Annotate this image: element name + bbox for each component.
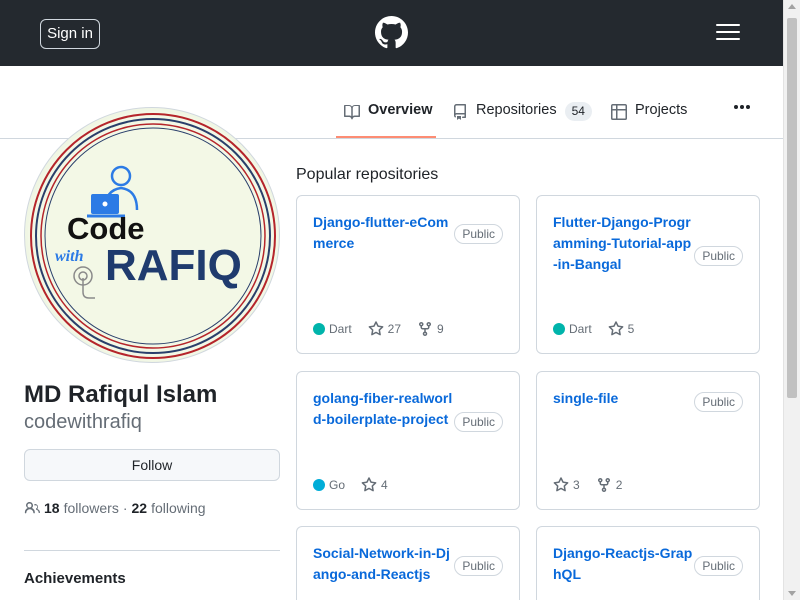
tab-projects-label: Projects xyxy=(635,102,688,118)
people-icon xyxy=(24,502,40,514)
visibility-badge: Public xyxy=(694,392,743,412)
achievements-heading: Achievements xyxy=(24,570,126,587)
repo-forks[interactable]: 9 xyxy=(417,321,444,337)
forks-count: 9 xyxy=(437,322,444,336)
scrollbar-thumb[interactable] xyxy=(787,18,797,398)
popular-repositories-heading: Popular repositories xyxy=(296,166,439,183)
visibility-badge: Public xyxy=(694,246,743,266)
visibility-badge: Public xyxy=(454,224,503,244)
site-header: Sign in xyxy=(0,0,783,66)
repositories-count-badge: 54 xyxy=(564,102,592,121)
sidebar-divider xyxy=(24,550,280,551)
star-icon xyxy=(553,477,569,492)
language-name: Go xyxy=(329,478,346,492)
language-name: Dart xyxy=(329,322,352,336)
followers-summary: 18 followers · 22 following xyxy=(24,500,206,516)
stars-count: 5 xyxy=(627,322,635,336)
repo-meta: Dart 5 xyxy=(553,321,650,337)
tab-projects[interactable]: Projects xyxy=(611,102,687,138)
language-color-dot xyxy=(313,323,325,335)
repo-language: Dart xyxy=(313,322,352,336)
repo-stars[interactable]: 27 xyxy=(368,321,401,337)
repo-name-link[interactable]: Django-flutter-eCommerce xyxy=(313,212,453,254)
tab-overview-label: Overview xyxy=(368,102,433,118)
visibility-badge: Public xyxy=(454,412,503,432)
avatar[interactable]: Code with RAFIQ xyxy=(24,107,280,363)
repo-meta: Go 4 xyxy=(313,477,404,493)
visibility-badge: Public xyxy=(454,556,503,576)
repo-stars[interactable]: 4 xyxy=(361,477,388,493)
repo-stars[interactable]: 3 xyxy=(553,477,580,493)
scroll-up-arrow-icon[interactable] xyxy=(788,4,796,9)
code-with-rafiq-logo: Code with RAFIQ xyxy=(28,111,278,361)
stars-count: 3 xyxy=(573,478,580,492)
fork-icon xyxy=(419,321,432,337)
repo-meta: 3 2 xyxy=(553,477,638,493)
repo-card: golang-fiber-realworld-boilerplate-proje… xyxy=(296,371,520,510)
repo-card: Flutter-Django-Programming-Tutorial-app-… xyxy=(536,195,760,354)
following-count: 22 xyxy=(131,500,148,516)
fork-icon xyxy=(597,477,610,493)
repo-card: Django-Reactjs-GraphQL Public xyxy=(536,526,760,600)
language-name: Dart xyxy=(569,322,592,336)
repo-forks[interactable]: 2 xyxy=(596,477,623,493)
followers-separator: · xyxy=(122,500,128,516)
tab-overview[interactable]: Overview xyxy=(336,102,436,138)
repo-card: Social-Network-in-Django-and-Reactjs Pub… xyxy=(296,526,520,600)
star-icon xyxy=(361,477,377,492)
repo-name-link[interactable]: Social-Network-in-Django-and-Reactjs xyxy=(313,543,453,585)
hamburger-menu-icon[interactable] xyxy=(716,24,740,42)
follow-button[interactable]: Follow xyxy=(24,449,280,481)
scroll-down-arrow-icon[interactable] xyxy=(788,591,796,596)
vertical-scrollbar[interactable] xyxy=(783,0,800,600)
table-icon xyxy=(611,104,627,120)
visibility-badge: Public xyxy=(694,556,743,576)
repo-language: Dart xyxy=(553,322,592,336)
repo-name-link[interactable]: golang-fiber-realworld-boilerplate-proje… xyxy=(313,388,453,430)
repo-icon xyxy=(454,104,466,120)
svg-text:with: with xyxy=(55,248,84,265)
repo-meta: Dart 27 9 xyxy=(313,321,460,337)
followers-label: followers xyxy=(63,500,119,516)
repo-name-link[interactable]: Flutter-Django-Programming-Tutorial-app-… xyxy=(553,212,693,275)
profile-username: codewithrafiq xyxy=(24,411,142,433)
svg-text:RAFIQ: RAFIQ xyxy=(105,241,242,290)
tab-repositories-label: Repositories xyxy=(476,102,557,118)
repo-language: Go xyxy=(313,478,345,492)
profile-full-name: MD Rafiqul Islam xyxy=(24,381,218,408)
stars-count: 4 xyxy=(381,478,388,492)
followers-count: 18 xyxy=(44,500,60,516)
language-color-dot xyxy=(553,323,565,335)
github-mark-icon[interactable] xyxy=(375,16,408,49)
stars-count: 27 xyxy=(387,322,402,336)
following-label: following xyxy=(151,500,206,516)
book-icon xyxy=(344,105,360,120)
repo-name-link[interactable]: single-file xyxy=(553,388,693,409)
repo-card: Django-flutter-eCommerce Public Dart 27 … xyxy=(296,195,520,354)
star-icon xyxy=(368,321,384,336)
followers-link[interactable]: 18 followers xyxy=(44,500,119,516)
language-color-dot xyxy=(313,479,325,491)
forks-count: 2 xyxy=(615,478,623,492)
more-options-kebab-icon[interactable] xyxy=(734,96,752,109)
repo-stars[interactable]: 5 xyxy=(608,321,635,337)
star-icon xyxy=(608,321,624,336)
tab-repositories[interactable]: Repositories 54 xyxy=(452,102,592,138)
sign-in-button[interactable]: Sign in xyxy=(40,19,100,49)
repo-card: single-file Public 3 2 xyxy=(536,371,760,510)
following-link[interactable]: 22 following xyxy=(132,500,206,516)
repo-name-link[interactable]: Django-Reactjs-GraphQL xyxy=(553,543,693,585)
